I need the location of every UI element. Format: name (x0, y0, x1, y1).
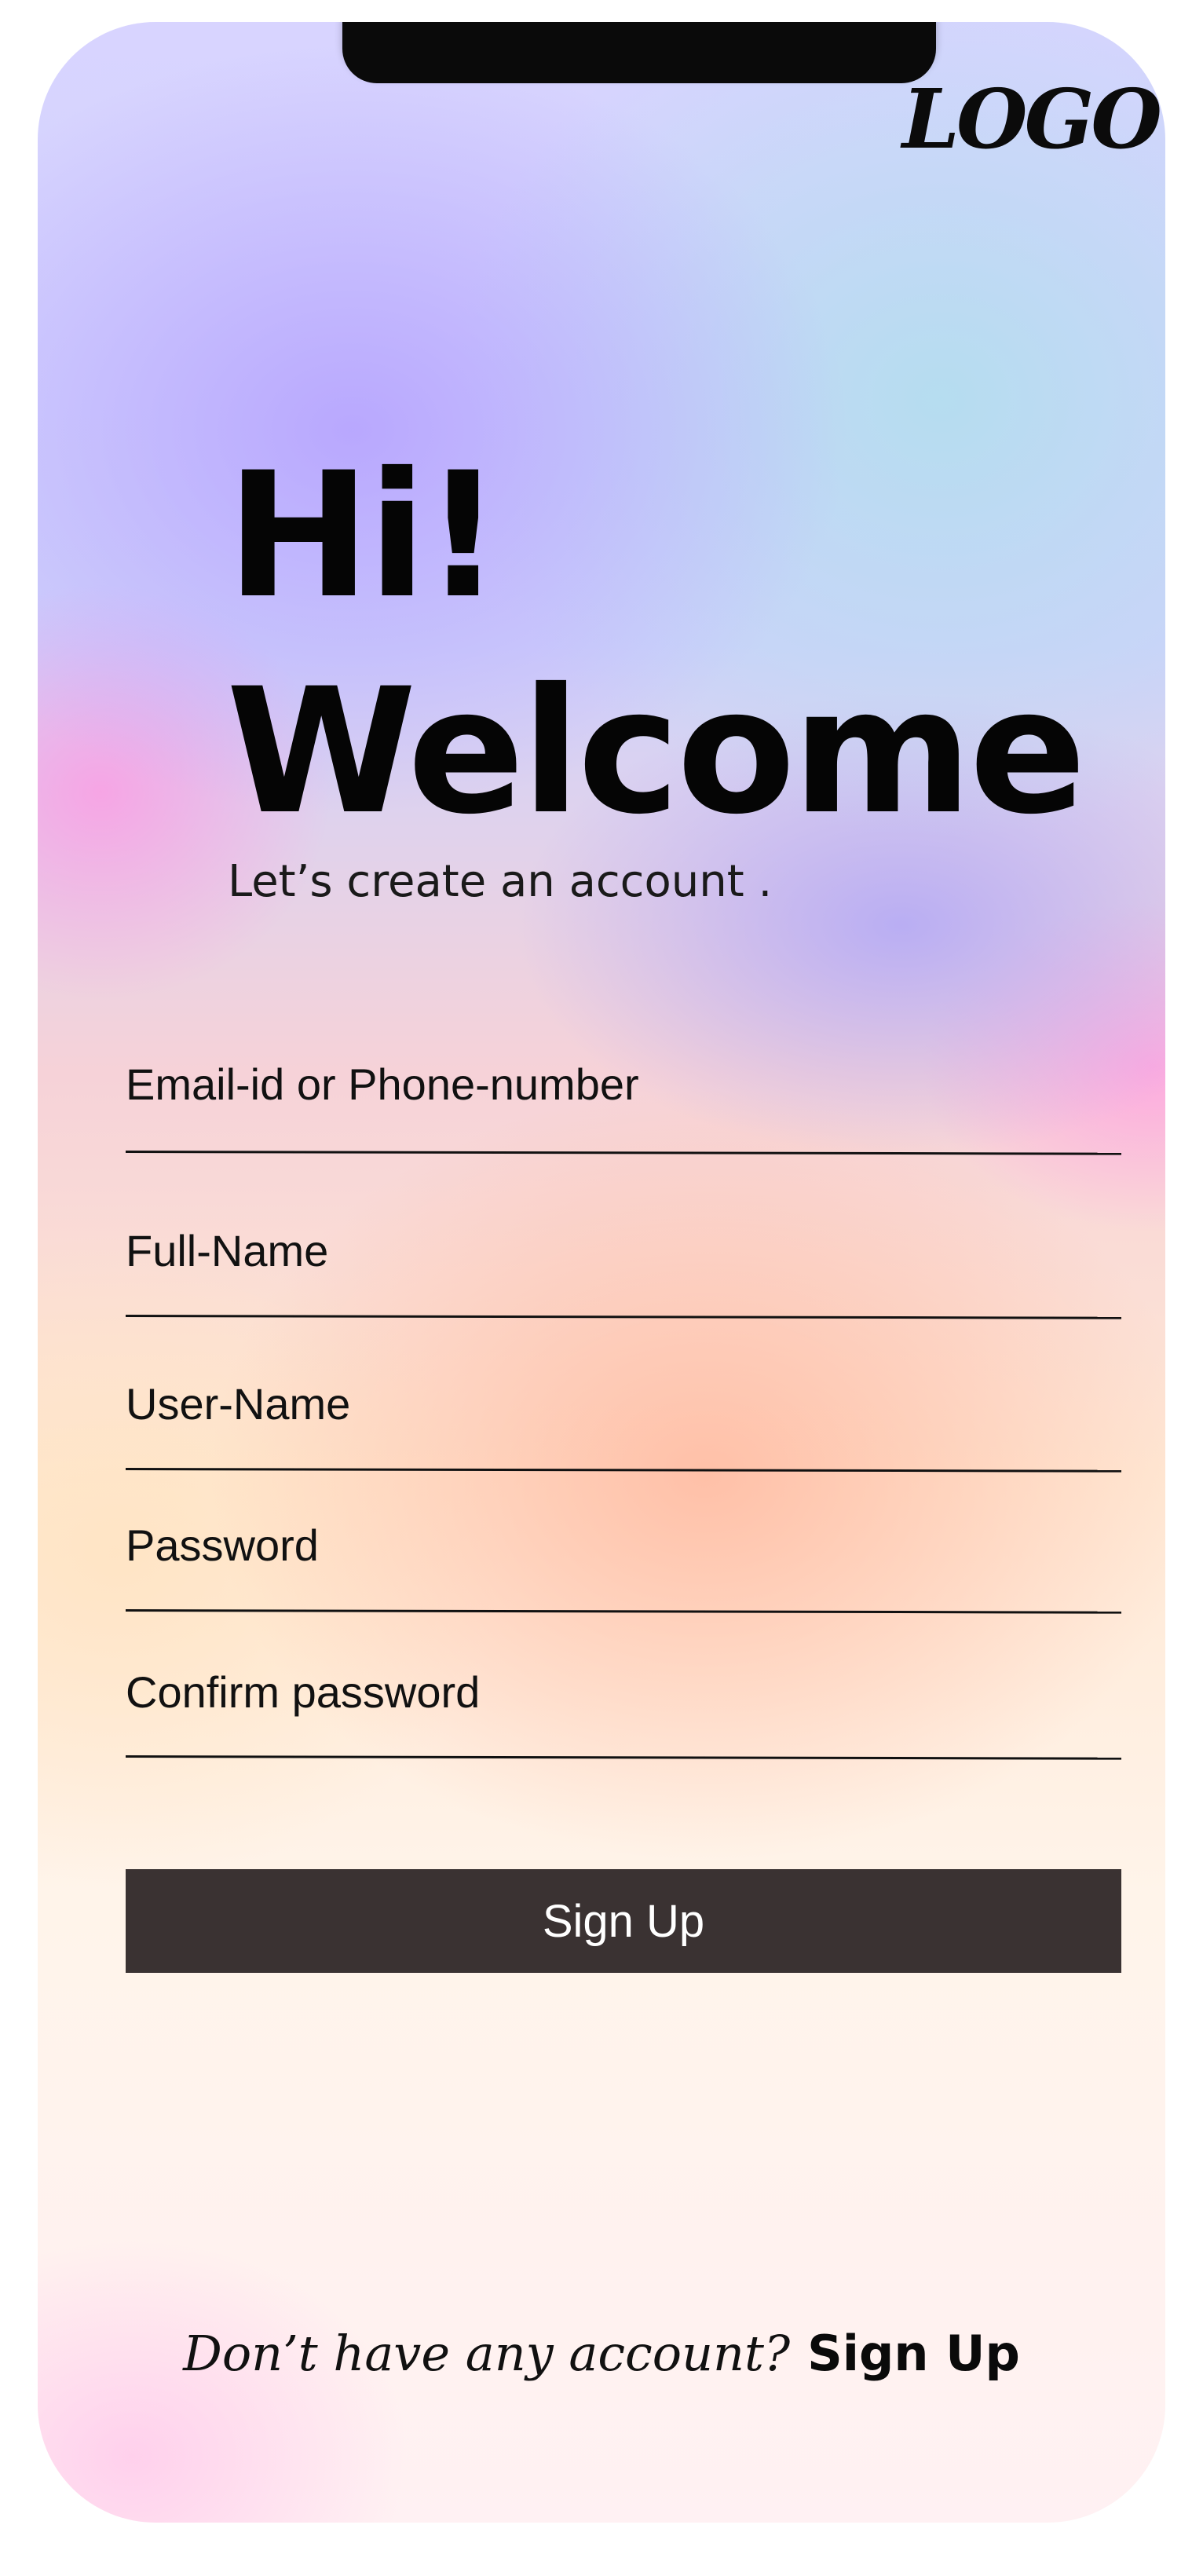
user-name-field[interactable]: User-Name (125, 1378, 1124, 1482)
account-question: Don’t have any account? (183, 2325, 791, 2382)
device-notch (342, 22, 936, 83)
email-phone-input[interactable] (126, 1059, 1124, 1162)
heading-line-welcome: Welcome (226, 651, 1086, 852)
user-name-input[interactable] (126, 1378, 1124, 1482)
confirm-password-input[interactable] (126, 1667, 1124, 1770)
sign-up-link[interactable]: Sign Up (807, 2325, 1020, 2382)
password-field[interactable]: Password (125, 1520, 1124, 1623)
full-name-field[interactable]: Full-Name (125, 1225, 1124, 1329)
password-input[interactable] (126, 1520, 1124, 1623)
heading-line-hi: Hi! (226, 435, 503, 636)
brand-logo: LOGO (901, 71, 1162, 167)
email-phone-field[interactable]: Email-id or Phone-number (125, 1059, 1124, 1162)
confirm-password-field[interactable]: Confirm password (125, 1667, 1124, 1770)
signup-prompt: Don’t have any account? Sign Up (0, 2325, 1203, 2382)
full-name-input[interactable] (126, 1225, 1124, 1329)
welcome-heading: Hi! Welcome (226, 428, 1086, 860)
sign-up-button[interactable]: Sign Up (126, 1869, 1121, 1973)
welcome-subtitle: Let’s create an account . (228, 856, 773, 907)
